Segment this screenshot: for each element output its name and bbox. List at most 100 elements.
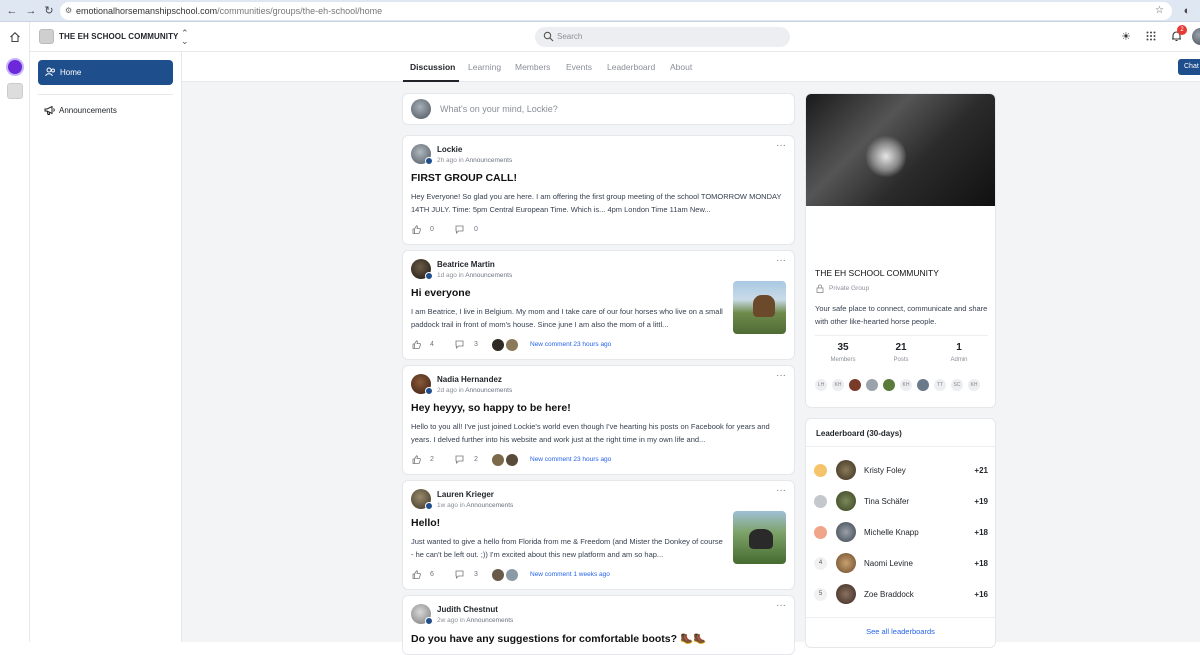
post-author[interactable]: Judith Chestnut bbox=[437, 605, 498, 614]
member-avatar[interactable]: TT bbox=[934, 379, 946, 391]
post-title[interactable]: Hello! bbox=[411, 517, 440, 529]
new-comment-link[interactable]: New comment 1 weeks ago bbox=[530, 571, 610, 578]
member-avatar[interactable]: KH bbox=[900, 379, 912, 391]
more-options-icon[interactable]: ··· bbox=[776, 485, 786, 496]
commenter-avatar[interactable] bbox=[492, 339, 504, 351]
tab-leaderboard[interactable]: Leaderboard bbox=[607, 62, 655, 72]
post-excerpt[interactable]: Just wanted to give a hello from Florida… bbox=[411, 536, 726, 561]
tab-about[interactable]: About bbox=[670, 62, 692, 72]
post-excerpt[interactable]: I am Beatrice, I live in Belgium. My mom… bbox=[411, 306, 726, 331]
community-logo[interactable] bbox=[39, 29, 54, 44]
theme-toggle-icon[interactable]: ☀ bbox=[1121, 30, 1131, 43]
post-excerpt[interactable]: Hello to you all! I've just joined Locki… bbox=[411, 421, 786, 446]
post-card[interactable]: Lockie 2h ago in Announcements ··· FIRST… bbox=[402, 135, 795, 245]
commenter-avatar[interactable] bbox=[506, 339, 518, 351]
post-card[interactable]: Lauren Krieger 1w ago in Announcements ·… bbox=[402, 480, 795, 590]
post-title[interactable]: Do you have any suggestions for comforta… bbox=[411, 632, 706, 645]
post-author[interactable]: Nadia Hernandez bbox=[437, 375, 502, 384]
post-in-label: in bbox=[459, 617, 465, 624]
commenter-avatar[interactable] bbox=[506, 569, 518, 581]
comment-icon[interactable] bbox=[455, 455, 464, 464]
community-logo-icon[interactable] bbox=[6, 58, 24, 76]
comment-icon[interactable] bbox=[455, 570, 464, 579]
tab-discussion[interactable]: Discussion bbox=[410, 62, 455, 72]
post-author[interactable]: Lauren Krieger bbox=[437, 490, 494, 499]
stat-admin-label: Admin bbox=[950, 357, 968, 363]
bookmark-star-icon[interactable]: ☆ bbox=[1155, 2, 1164, 20]
home-icon[interactable] bbox=[9, 31, 21, 43]
post-title[interactable]: Hi everyone bbox=[411, 287, 471, 299]
site-info-icon[interactable]: ⚙ bbox=[65, 2, 72, 20]
post-group[interactable]: Announcements bbox=[466, 502, 513, 509]
search-input[interactable]: Search bbox=[535, 27, 790, 47]
post-author[interactable]: Beatrice Martin bbox=[437, 260, 495, 269]
member-avatar[interactable] bbox=[917, 379, 929, 391]
chat-button[interactable]: Chat bbox=[1178, 59, 1200, 75]
post-group[interactable]: Announcements bbox=[465, 157, 512, 164]
new-comment-link[interactable]: New comment 23 hours ago bbox=[530, 341, 611, 348]
post-image[interactable] bbox=[733, 511, 786, 564]
member-avatar[interactable] bbox=[883, 379, 895, 391]
like-icon[interactable] bbox=[412, 570, 421, 579]
like-icon[interactable] bbox=[412, 340, 421, 349]
more-options-icon[interactable]: ··· bbox=[776, 255, 786, 266]
back-icon[interactable]: ← bbox=[5, 4, 19, 18]
post-author[interactable]: Lockie bbox=[437, 145, 462, 154]
browser-bar: ← → ↻ ⚙ emotionalhorsemanshipschool.com/… bbox=[0, 0, 1200, 22]
post-time: 2w ago bbox=[437, 617, 458, 624]
post-excerpt[interactable]: Hey Everyone! So glad you are here. I am… bbox=[411, 191, 786, 216]
post-composer[interactable]: What's on your mind, Lockie? bbox=[402, 93, 795, 125]
member-avatar[interactable]: KH bbox=[832, 379, 844, 391]
leaderboard-row[interactable]: 4 Naomi Levine +18 bbox=[806, 548, 996, 578]
sidebar-item-announcements[interactable]: Announcements bbox=[38, 100, 173, 122]
leaderboard-row[interactable]: Michelle Knapp +18 bbox=[806, 517, 996, 547]
leaderboard-row[interactable]: Kristy Foley +21 bbox=[806, 455, 996, 485]
member-avatar[interactable] bbox=[866, 379, 878, 391]
forward-icon[interactable]: → bbox=[24, 4, 38, 18]
post-group[interactable]: Announcements bbox=[466, 617, 513, 624]
post-group[interactable]: Announcements bbox=[465, 387, 512, 394]
tab-members[interactable]: Members bbox=[515, 62, 550, 72]
more-options-icon[interactable]: ··· bbox=[776, 370, 786, 381]
leaderboard-row[interactable]: 5 Zoe Braddock +16 bbox=[806, 579, 996, 609]
more-options-icon[interactable]: ··· bbox=[776, 600, 786, 611]
community-switcher-icon[interactable]: ⌃ ⌄ bbox=[181, 29, 189, 46]
tab-events[interactable]: Events bbox=[566, 62, 592, 72]
extensions-icon[interactable]: ◐ bbox=[1180, 4, 1194, 18]
post-title[interactable]: Hey heyyy, so happy to be here! bbox=[411, 402, 571, 414]
sidebar-item-home[interactable]: Home bbox=[38, 60, 173, 85]
commenter-avatar[interactable] bbox=[506, 454, 518, 466]
see-all-leaderboards-link[interactable]: See all leaderboards bbox=[806, 627, 995, 636]
member-avatar[interactable]: LH bbox=[815, 379, 827, 391]
like-icon[interactable] bbox=[412, 455, 421, 464]
reload-icon[interactable]: ↻ bbox=[42, 4, 56, 18]
post-image[interactable] bbox=[733, 281, 786, 334]
sidebar-item-label: Announcements bbox=[59, 106, 117, 115]
commenter-avatar[interactable] bbox=[492, 569, 504, 581]
apps-grid-icon[interactable] bbox=[1146, 31, 1156, 41]
leaderboard-row[interactable]: Tina Schäfer +19 bbox=[806, 486, 996, 516]
tab-learning[interactable]: Learning bbox=[468, 62, 501, 72]
community-name[interactable]: THE EH SCHOOL COMMUNITY bbox=[59, 32, 179, 41]
post-card[interactable]: Nadia Hernandez 2d ago in Announcements … bbox=[402, 365, 795, 475]
member-avatar[interactable]: KH bbox=[968, 379, 980, 391]
address-bar[interactable]: ⚙ emotionalhorsemanshipschool.com/commun… bbox=[60, 2, 1172, 20]
megaphone-icon bbox=[44, 105, 56, 116]
user-avatar[interactable] bbox=[1192, 28, 1200, 45]
post-title[interactable]: FIRST GROUP CALL! bbox=[411, 172, 517, 184]
more-options-icon[interactable]: ··· bbox=[776, 140, 786, 151]
like-icon[interactable] bbox=[412, 225, 421, 234]
avatar bbox=[411, 99, 431, 119]
member-avatar[interactable]: SC bbox=[951, 379, 963, 391]
commenter-avatar[interactable] bbox=[492, 454, 504, 466]
post-group[interactable]: Announcements bbox=[465, 272, 512, 279]
comment-icon[interactable] bbox=[455, 340, 464, 349]
member-avatar[interactable] bbox=[849, 379, 861, 391]
member-badge bbox=[425, 272, 433, 280]
post-card[interactable]: Beatrice Martin 1d ago in Announcements … bbox=[402, 250, 795, 360]
eh-school-icon[interactable] bbox=[7, 83, 23, 99]
url-domain: emotionalhorsemanshipschool.com bbox=[76, 6, 218, 16]
comment-icon[interactable] bbox=[455, 225, 464, 234]
new-comment-link[interactable]: New comment 23 hours ago bbox=[530, 456, 611, 463]
post-card[interactable]: Judith Chestnut 2w ago in Announcements … bbox=[402, 595, 795, 655]
